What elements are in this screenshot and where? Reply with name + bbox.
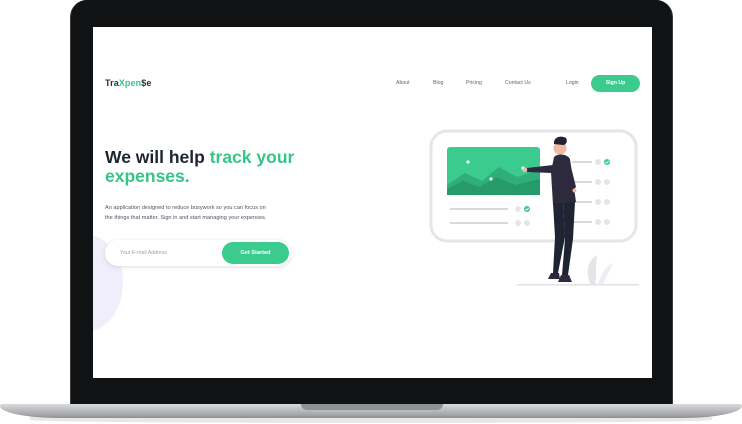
hero-subtitle-line-2: the things that matter. Sign in and star… <box>105 214 267 221</box>
nav-link-pricing[interactable]: Pricing <box>466 80 482 86</box>
list-line <box>450 208 508 210</box>
get-started-button[interactable]: Get Started <box>222 242 289 264</box>
plant <box>587 255 597 285</box>
check-icon <box>524 206 530 212</box>
chart-point <box>489 177 493 181</box>
list-dot <box>515 220 521 226</box>
nav-link-contact[interactable]: Contact Us <box>505 80 531 86</box>
logo-text-3: $e <box>141 78 152 88</box>
hero-title-accent-2: expenses. <box>105 166 190 186</box>
logo-text-1: Tra <box>105 78 119 88</box>
hero-title-accent-1: track your <box>209 147 295 167</box>
nav-link-login[interactable]: Login <box>566 80 579 86</box>
laptop-notch <box>301 404 443 410</box>
chart-point <box>466 160 470 164</box>
signup-button[interactable]: Sign Up <box>591 75 640 92</box>
floor-line <box>517 284 639 286</box>
hero-subtitle-line-1: An application designed to reduce busywo… <box>105 205 266 211</box>
brand-logo[interactable]: TraXpen$e <box>105 78 151 88</box>
list-dot <box>515 206 521 212</box>
email-input[interactable]: Your E-mail Address <box>120 250 167 256</box>
email-signup-form: Your E-mail Address Get Started <box>105 240 291 266</box>
dashboard-illustration <box>429 129 639 286</box>
hero-title-text: We will help <box>105 147 210 167</box>
logo-text-2: Xpen <box>118 78 142 88</box>
list-line <box>450 222 508 224</box>
check-icon <box>604 159 610 165</box>
browser-screen: TraXpen$e About Blog Pricing Contact Us … <box>93 27 652 378</box>
nav-link-blog[interactable]: Blog <box>433 80 443 86</box>
list-dot <box>524 220 530 226</box>
hero-subtitle: An application designed to reduce busywo… <box>105 204 340 223</box>
nav-link-about[interactable]: About <box>396 80 410 86</box>
hero-title: We will help track your expenses. <box>105 148 365 186</box>
